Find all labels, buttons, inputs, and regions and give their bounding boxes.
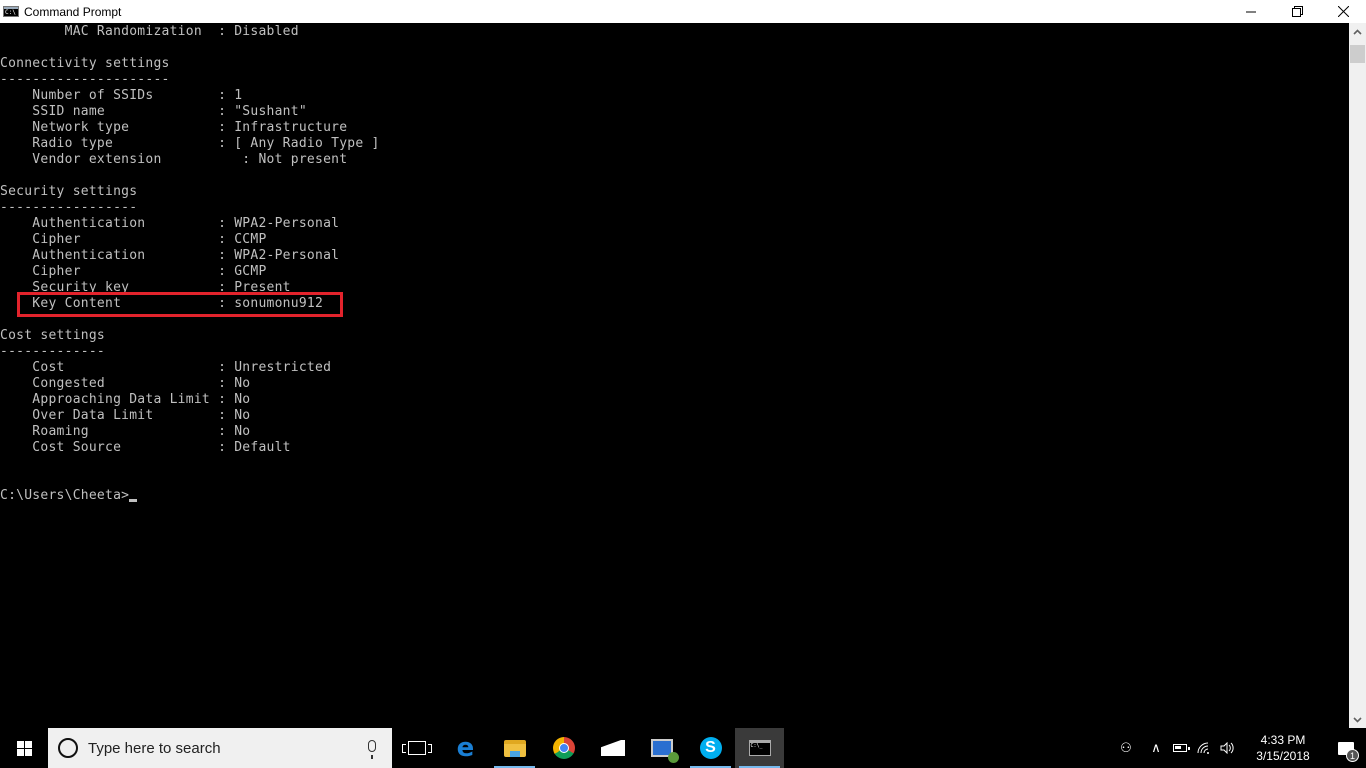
clock-date: 3/15/2018 bbox=[1256, 749, 1310, 763]
console-line: Network type : Infrastructure bbox=[0, 120, 348, 135]
console-line: ------------- bbox=[0, 344, 105, 359]
chevron-up-icon bbox=[1353, 28, 1362, 35]
console-line: Number of SSIDs : 1 bbox=[0, 88, 243, 103]
chrome-icon bbox=[552, 737, 575, 759]
notification-count-badge: 1 bbox=[1346, 749, 1359, 762]
cmd-icon: C:\_ bbox=[748, 740, 771, 756]
window-controls bbox=[1228, 0, 1366, 23]
taskbar-app-command-prompt[interactable]: C:\_ bbox=[735, 728, 784, 768]
chevron-up-icon: ∧ bbox=[1151, 740, 1161, 755]
console-line: Radio type : [ Any Radio Type ] bbox=[0, 136, 380, 151]
console-line: SSID name : "Sushant" bbox=[0, 104, 307, 119]
key-content-highlight-box bbox=[17, 292, 343, 317]
scroll-up-button[interactable] bbox=[1349, 23, 1366, 40]
search-placeholder: Type here to search bbox=[88, 739, 221, 757]
console-line: Cost : Unrestricted bbox=[0, 360, 332, 375]
console-line: Cost settings bbox=[0, 328, 105, 343]
console-line: Congested : No bbox=[0, 376, 251, 391]
wifi-button[interactable] bbox=[1192, 728, 1216, 768]
remote-desktop-icon bbox=[650, 739, 679, 763]
cmd-app-icon: C:\ bbox=[3, 6, 19, 17]
edge-icon: e bbox=[456, 733, 475, 763]
start-button[interactable] bbox=[0, 728, 48, 768]
close-button[interactable] bbox=[1320, 0, 1366, 23]
taskbar: Type here to search e S C:\_ ⚇ ∧ 4:33 PM… bbox=[0, 728, 1366, 768]
console-line: ----------------- bbox=[0, 200, 138, 215]
show-hidden-icons-button[interactable]: ∧ bbox=[1144, 728, 1168, 768]
restore-icon bbox=[1291, 6, 1303, 17]
battery-icon bbox=[1173, 744, 1190, 752]
taskbar-app-chrome[interactable] bbox=[539, 728, 588, 768]
cortana-icon bbox=[58, 738, 78, 758]
battery-button[interactable] bbox=[1168, 728, 1192, 768]
console-line: Over Data Limit : No bbox=[0, 408, 251, 423]
restore-button[interactable] bbox=[1274, 0, 1320, 23]
taskbar-app-remote-desktop[interactable] bbox=[637, 728, 686, 768]
volume-button[interactable] bbox=[1216, 728, 1240, 768]
clock-time: 4:33 PM bbox=[1260, 733, 1306, 747]
console-line: Authentication : WPA2-Personal bbox=[0, 216, 340, 231]
minimize-icon bbox=[1245, 11, 1256, 13]
taskbar-app-skype[interactable]: S bbox=[686, 728, 735, 768]
text-cursor bbox=[129, 499, 138, 502]
close-icon bbox=[1337, 6, 1349, 17]
console-line: Vendor extension : Not present bbox=[0, 152, 348, 167]
vertical-scrollbar[interactable] bbox=[1349, 23, 1366, 728]
chevron-down-icon bbox=[1353, 716, 1362, 723]
scroll-down-button[interactable] bbox=[1349, 711, 1366, 728]
people-icon: ⚇ bbox=[1120, 740, 1132, 755]
system-tray: ⚇ ∧ 4:33 PM 3/15/2018 1 bbox=[1108, 728, 1366, 768]
console-line: Security settings bbox=[0, 184, 138, 199]
console-line: Connectivity settings bbox=[0, 56, 170, 71]
title-bar: C:\ Command Prompt bbox=[0, 0, 1366, 23]
people-button[interactable]: ⚇ bbox=[1108, 728, 1144, 768]
task-view-icon bbox=[401, 741, 432, 755]
windows-logo-icon bbox=[16, 740, 32, 756]
taskbar-app-edge[interactable]: e bbox=[441, 728, 490, 768]
folder-icon bbox=[503, 739, 526, 757]
skype-icon: S bbox=[699, 737, 722, 759]
wifi-icon bbox=[1197, 742, 1209, 754]
minimize-button[interactable] bbox=[1228, 0, 1274, 23]
console-text: MAC Randomization : Disabled Connectivity… bbox=[0, 23, 1349, 504]
taskbar-app-mail[interactable] bbox=[588, 728, 637, 768]
console-line: MAC Randomization : Disabled bbox=[0, 24, 299, 39]
taskbar-search-box[interactable]: Type here to search bbox=[48, 728, 392, 768]
console-line: Authentication : WPA2-Personal bbox=[0, 248, 340, 263]
action-center-button[interactable]: 1 bbox=[1326, 728, 1366, 768]
console-line: Cipher : GCMP bbox=[0, 264, 267, 279]
clock[interactable]: 4:33 PM 3/15/2018 bbox=[1246, 732, 1320, 764]
taskbar-task-view[interactable] bbox=[392, 728, 441, 768]
console-line: Cost Source : Default bbox=[0, 440, 291, 455]
prompt-line[interactable]: C:\Users\Cheeta> bbox=[0, 488, 1349, 504]
volume-icon bbox=[1220, 742, 1234, 754]
console-output[interactable]: MAC Randomization : Disabled Connectivity… bbox=[0, 23, 1349, 728]
taskbar-app-file-explorer[interactable] bbox=[490, 728, 539, 768]
mail-icon bbox=[600, 740, 625, 756]
console-line: Roaming : No bbox=[0, 424, 251, 439]
console-line: Cipher : CCMP bbox=[0, 232, 267, 247]
window-title: Command Prompt bbox=[24, 4, 122, 19]
console-line: Approaching Data Limit : No bbox=[0, 392, 251, 407]
microphone-icon[interactable] bbox=[368, 740, 376, 759]
command-prompt: C:\Users\Cheeta> bbox=[0, 488, 130, 503]
console-line: --------------------- bbox=[0, 72, 170, 87]
scroll-thumb[interactable] bbox=[1350, 45, 1365, 63]
